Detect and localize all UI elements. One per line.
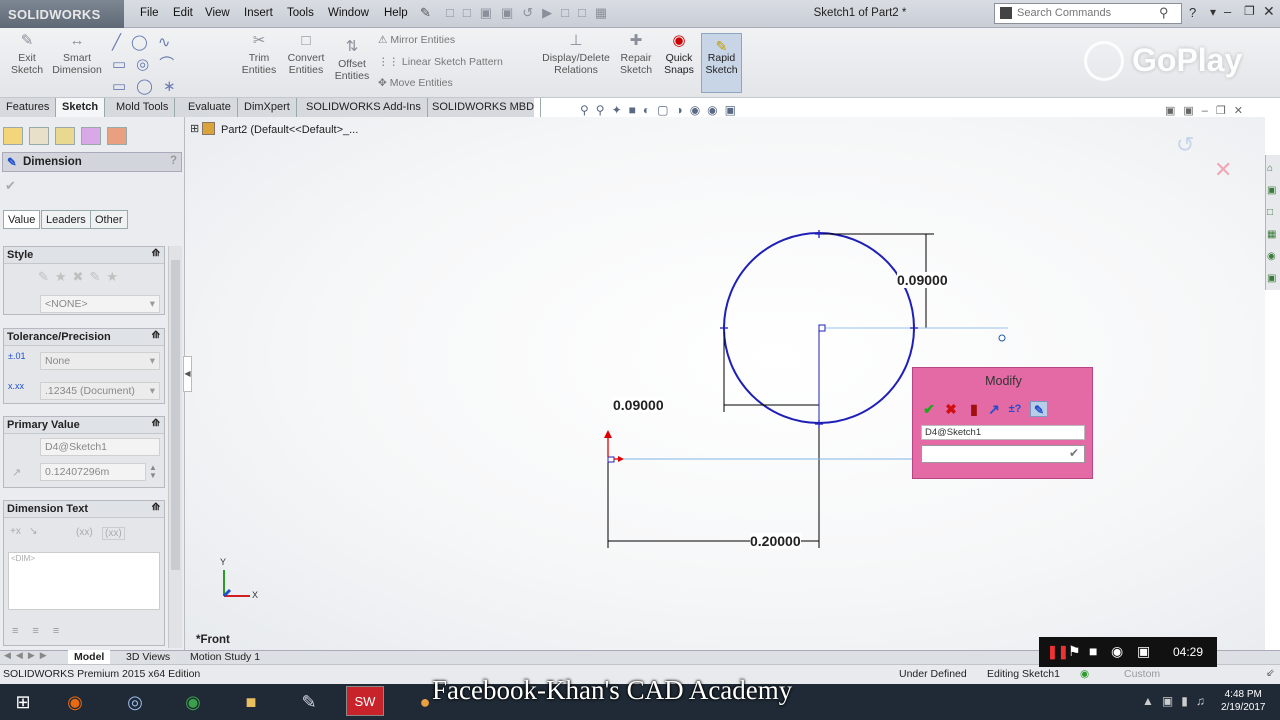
style-group: Style ⟰ ✎★✖✎★ <NONE> <box>3 246 165 315</box>
text-symbols-icon[interactable]: +x ↘ <box>10 526 38 537</box>
mark-dimension-icon[interactable]: ✎ <box>1030 401 1048 417</box>
parentheses-token[interactable]: (xx) <box>76 527 93 538</box>
style-select[interactable]: <NONE> <box>40 295 160 313</box>
watermark-caption: Facebook-Khan's CAD Academy <box>432 675 793 705</box>
primary-value-header[interactable]: Primary Value ⟰ <box>4 417 164 434</box>
panel-collapse-handle[interactable]: ◀ <box>183 356 192 392</box>
tolerance-group: Tolerance/Precision⟰ ±.01 None x.xx .123… <box>3 328 165 404</box>
increment-help-icon[interactable]: ±? <box>1007 401 1023 417</box>
chrome-icon[interactable]: ◉ <box>174 687 212 717</box>
tolerance-header[interactable]: Tolerance/Precision ⟰ <box>4 329 164 346</box>
feature-manager-tab-icon[interactable] <box>3 127 23 145</box>
ok-check-icon[interactable]: ✔ <box>921 401 937 417</box>
configuration-manager-tab-icon[interactable] <box>55 127 75 145</box>
recording-toolbar: ❚❚ ⚑ ■ ◉ ▣ 04:29 <box>1039 637 1217 667</box>
dimension-lines <box>607 233 934 548</box>
dimension-text-group: Dimension Text ⟰ +x ↘ (xx) (xx) <DIM> ≡≡≡ <box>3 500 165 646</box>
precision-select[interactable]: .12345 (Document) <box>40 382 160 400</box>
primary-value-field[interactable]: 0.12407296m <box>40 463 146 481</box>
status-definition: Under Defined <box>899 668 967 680</box>
dimension-bottom-label[interactable]: 0.20000 <box>750 533 801 549</box>
tab-value[interactable]: Value <box>3 210 41 229</box>
circle-center-point[interactable] <box>818 324 826 332</box>
primary-name-field[interactable]: D4@Sketch1 <box>40 438 160 456</box>
recording-timer: 04:29 <box>1173 645 1204 659</box>
pending-dimension-point[interactable] <box>998 334 1006 342</box>
primary-value-icon: ↗ <box>12 467 22 479</box>
tolerance-type-icon: ±.01 <box>8 351 26 361</box>
triad-y-label: Y <box>220 557 227 567</box>
dimxpert-manager-tab-icon[interactable] <box>81 127 101 145</box>
rebuild-status-icon[interactable]: ◉ <box>1080 668 1089 680</box>
fullscreen-icon[interactable]: ▣ <box>1137 643 1150 660</box>
modify-title: Modify <box>985 374 1022 388</box>
inspection-token[interactable]: (xx) <box>102 527 125 540</box>
status-mode: Editing Sketch1 <box>987 668 1060 680</box>
tab-scroll-arrows[interactable]: ◀◀▶▶ <box>4 650 52 661</box>
dimension-icon: ✎ <box>7 157 17 169</box>
sketch-canvas <box>222 230 1008 598</box>
tab-model[interactable]: Model <box>68 650 111 664</box>
dimension-text-header[interactable]: Dimension Text ⟰ <box>4 501 164 518</box>
tab-leaders[interactable]: Leaders <box>41 210 91 229</box>
file-explorer-icon[interactable]: ■ <box>232 687 270 717</box>
taskbar-clock[interactable]: 4:48 PM 2/19/2017 <box>1221 688 1266 714</box>
origin-y-arrowhead <box>604 430 612 438</box>
dimension-diameter-label[interactable]: 0.09000 <box>897 272 948 288</box>
status-resize-icon[interactable]: ⇙ <box>1266 667 1275 679</box>
status-units[interactable]: Custom <box>1124 668 1160 680</box>
property-manager-tab-icon[interactable] <box>29 127 49 145</box>
rebuild-icon[interactable]: ▮ <box>966 401 982 417</box>
dimension-name-field[interactable]: D4@Sketch1 <box>921 425 1085 440</box>
stop-icon[interactable]: ■ <box>1089 643 1097 659</box>
precision-icon: x.xx <box>8 381 25 391</box>
pm-help-icon[interactable]: ? <box>170 155 177 167</box>
display-manager-tab-icon[interactable] <box>107 127 127 145</box>
status-edition: SOLIDWORKS Premium 2015 x64 Edition <box>3 668 201 680</box>
camera-icon[interactable]: ◉ <box>1111 643 1123 660</box>
ok-icon[interactable]: ✔ <box>5 178 16 194</box>
windows-start-icon[interactable]: ⊞ <box>4 687 42 717</box>
tab-other[interactable]: Other <box>90 210 128 229</box>
system-tray-icons[interactable]: ▲▣▮♫ <box>1142 694 1213 708</box>
dimension-value-input[interactable] <box>921 445 1085 463</box>
firefox-icon[interactable]: ◉ <box>56 687 94 717</box>
origin-point[interactable] <box>607 456 615 463</box>
primary-value-group: Primary Value ⟰ D4@Sketch1 ↗ 0.12407296m … <box>3 416 165 488</box>
panel-scrollbar[interactable] <box>168 246 182 648</box>
dimension-text-box[interactable]: <DIM> <box>8 552 160 610</box>
view-orientation-label: *Front <box>196 634 230 646</box>
network-icon[interactable]: ◎ <box>116 687 154 717</box>
pause-icon[interactable]: ❚❚ <box>1047 644 1069 660</box>
triad-x-label: X <box>252 590 259 600</box>
reverse-direction-icon[interactable]: ↗ <box>986 401 1002 417</box>
dimension-horizontal-label[interactable]: 0.09000 <box>613 397 664 413</box>
tab-motion-study[interactable]: Motion Study 1 <box>184 650 266 664</box>
tolerance-type-select[interactable]: None <box>40 352 160 370</box>
paint-icon[interactable]: ✎ <box>290 687 328 717</box>
property-manager-header: ✎ Dimension? <box>2 152 182 172</box>
tab-3d-views[interactable]: 3D Views <box>120 650 176 664</box>
text-align-icons[interactable]: ≡≡≡ <box>12 625 73 637</box>
task-pane-icons[interactable]: ⌂ ▣ □ ▦ ◉ ▣ <box>1267 158 1279 286</box>
spin-check-icon[interactable]: ✔ <box>1069 446 1079 460</box>
cancel-x-icon[interactable]: ✖ <box>943 401 959 417</box>
solidworks-taskbar-icon[interactable]: SW <box>346 686 384 716</box>
tag-icon[interactable]: ⚑ <box>1068 643 1081 660</box>
scrollbar-thumb[interactable] <box>171 260 180 570</box>
modify-dialog[interactable]: Modify ✔ ✖ ▮ ↗ ±? ✎ D4@Sketch1 ✔ <box>912 367 1093 479</box>
style-header[interactable]: Style ⟰ <box>4 247 164 264</box>
origin-x-arrowhead <box>618 456 624 462</box>
value-spinner[interactable]: ▲ ▼ <box>147 464 159 481</box>
style-icons[interactable]: ✎★✖✎★ <box>38 269 124 285</box>
